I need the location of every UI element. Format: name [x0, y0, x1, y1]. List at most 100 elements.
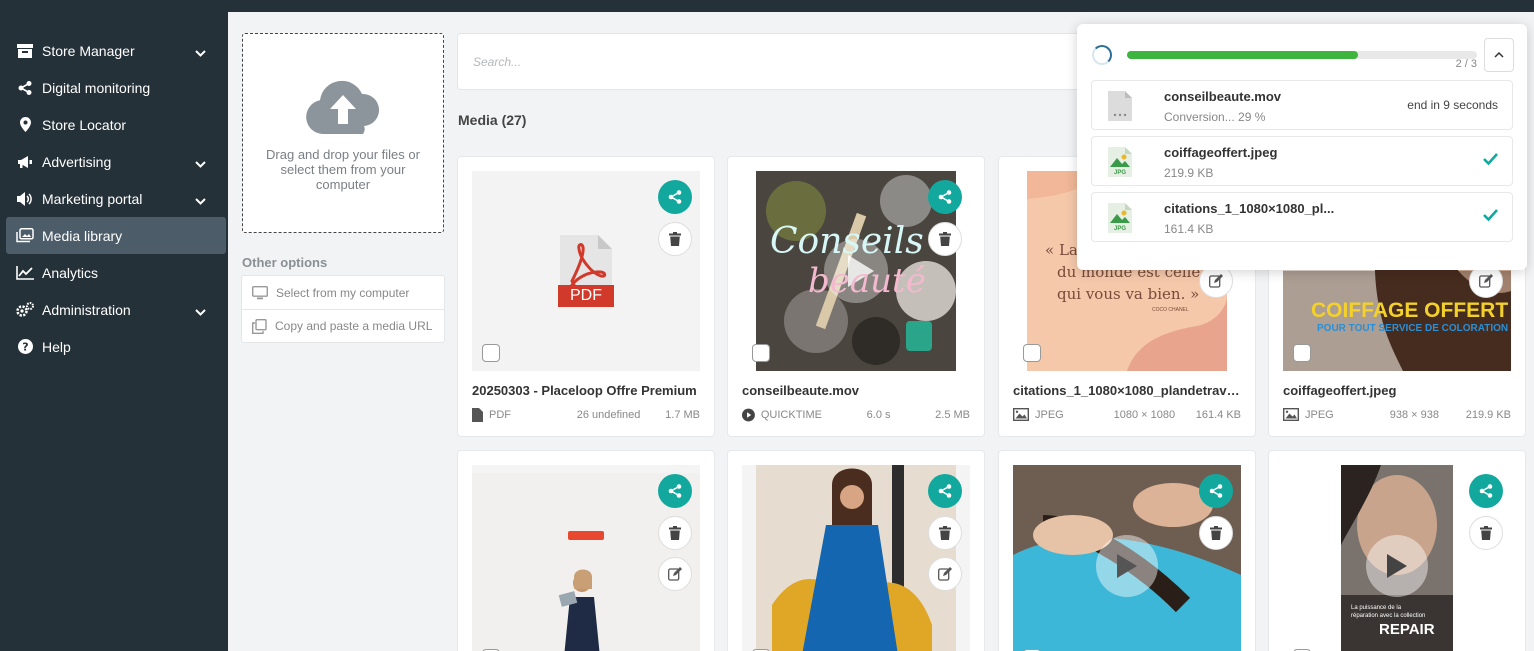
dropzone-text: Drag and drop your files or select them …	[266, 147, 420, 192]
play-button[interactable]	[1366, 535, 1428, 597]
select-checkbox[interactable]	[482, 344, 500, 362]
search-input[interactable]	[458, 34, 1096, 89]
share-icon	[938, 484, 952, 498]
media-dimensions: 1080 × 1080	[1113, 408, 1176, 421]
select-from-computer-button[interactable]: Select from my computer	[242, 276, 444, 309]
select-checkbox[interactable]	[752, 344, 770, 362]
share-button[interactable]	[1199, 474, 1233, 508]
sidebar-item-label: Help	[42, 338, 71, 355]
sidebar-item-label: Media library	[42, 227, 123, 244]
map-pin-icon	[16, 116, 34, 134]
media-meta: JPEG 938 × 938 219.9 KB	[1283, 408, 1511, 421]
media-meta: PDF 26 undefined 1.7 MB	[472, 408, 700, 422]
delete-button[interactable]	[928, 516, 962, 550]
sidebar-item-help[interactable]: ? Help	[0, 328, 228, 365]
media-file-name: coiffageoffert.jpeg	[1283, 383, 1397, 398]
delete-button[interactable]	[1199, 516, 1233, 550]
paste-media-url-button[interactable]: Copy and paste a media URL	[242, 309, 444, 342]
file-dropzone[interactable]: Drag and drop your files or select them …	[242, 33, 444, 233]
delete-button[interactable]	[1469, 516, 1503, 550]
chevron-down-icon	[195, 44, 206, 60]
sidebar-item-advertising[interactable]: Advertising	[0, 143, 228, 180]
search-box	[457, 33, 1097, 90]
sidebar-item-digital-monitoring[interactable]: Digital monitoring	[0, 69, 228, 106]
repair-video-thumbnail: La puissance de la réparation avec la co…	[1341, 465, 1453, 651]
edit-button[interactable]	[928, 557, 962, 591]
jpg-badge: JPG	[1114, 226, 1127, 232]
upload-progress-fill	[1127, 51, 1358, 59]
edit-icon	[1479, 274, 1493, 288]
share-button[interactable]	[658, 180, 692, 214]
delete-button[interactable]	[658, 516, 692, 550]
edit-icon	[938, 567, 952, 581]
conseils-text-line1: Conseils	[770, 221, 924, 262]
media-type: JPEG	[1035, 408, 1064, 421]
media-card[interactable]: Conseils beauté conseilbeaute.mov QUICKT…	[727, 156, 985, 437]
share-button[interactable]	[928, 180, 962, 214]
sidebar-item-label: Analytics	[42, 264, 99, 281]
sidebar-item-label: Store Locator	[42, 116, 127, 133]
question-circle-icon: ?	[16, 338, 34, 356]
media-meta: JPEG 1080 × 1080 161.4 KB	[1013, 408, 1241, 421]
media-size: 219.9 KB	[1465, 408, 1511, 421]
media-card[interactable]	[457, 450, 715, 651]
sidebar-item-label: Digital monitoring	[42, 79, 151, 96]
image-icon	[1013, 408, 1029, 421]
sidebar-item-marketing-portal[interactable]: Marketing portal	[0, 180, 228, 217]
upload-file-size: 161.4 KB	[1164, 222, 1214, 236]
coiffage-subtitle: POUR TOUT SERVICE DE COLORATION	[1317, 323, 1509, 334]
upload-file-name: conseilbeaute.mov	[1164, 89, 1282, 104]
sidebar-item-label: Advertising	[42, 153, 112, 170]
trash-icon	[939, 526, 951, 540]
pdf-badge-text: PDF	[570, 287, 602, 304]
upload-progress-bar	[1127, 51, 1477, 59]
sidebar-item-store-manager[interactable]: Store Manager	[0, 32, 228, 69]
quote-line1: « La	[1045, 241, 1078, 259]
sidebar-item-store-locator[interactable]: Store Locator	[0, 106, 228, 143]
play-button[interactable]	[1096, 535, 1158, 597]
check-icon	[1483, 153, 1498, 168]
media-card[interactable]: La puissance de la réparation avec la co…	[1268, 450, 1526, 651]
select-checkbox[interactable]	[1023, 344, 1041, 362]
media-duration: 6.0 s	[866, 409, 891, 421]
delete-button[interactable]	[928, 222, 962, 256]
media-size: 1.7 MB	[665, 409, 700, 421]
media-dimensions: 26 undefined	[576, 409, 641, 421]
collapse-button[interactable]	[1484, 38, 1514, 72]
trash-icon	[669, 526, 681, 540]
edit-icon	[1209, 274, 1223, 288]
cogs-icon	[16, 301, 34, 319]
megaphone-icon	[16, 153, 34, 171]
upload-status: Conversion... 29 %	[1164, 110, 1266, 124]
share-button[interactable]	[928, 474, 962, 508]
chevron-down-icon	[195, 155, 206, 171]
sidebar-item-analytics[interactable]: Analytics	[0, 254, 228, 291]
sidebar-item-administration[interactable]: Administration	[0, 291, 228, 328]
select-checkbox[interactable]	[1293, 344, 1311, 362]
media-card[interactable]: PDF 20250303 - Placeloop Offre Premium P…	[457, 156, 715, 437]
media-card[interactable]	[998, 450, 1256, 651]
media-card[interactable]	[727, 450, 985, 651]
repair-caption-line2: réparation avec la collection	[1351, 613, 1426, 619]
delete-button[interactable]	[658, 222, 692, 256]
upload-file-name: citations_1_1080×1080_pl...	[1164, 201, 1335, 216]
jpg-badge: JPG	[1114, 170, 1127, 176]
share-button[interactable]	[658, 474, 692, 508]
repair-brand: REPAIR	[1379, 621, 1435, 638]
video-thumbnail: Conseils beauté	[756, 171, 956, 371]
media-type: PDF	[489, 409, 511, 421]
media-file-name: conseilbeaute.mov	[742, 383, 860, 398]
upload-progress-panel: 2 / 3 conseilbeaute.mov Conversion... 29…	[1077, 24, 1527, 270]
sidebar-item-label: Store Manager	[42, 42, 135, 59]
loading-spinner-icon	[1092, 45, 1112, 65]
speaker-icon	[16, 190, 34, 208]
share-button[interactable]	[1469, 474, 1503, 508]
sidebar-item-media-library[interactable]: Media library	[6, 217, 226, 254]
upload-file-name: coiffageoffert.jpeg	[1164, 145, 1278, 160]
copy-icon	[252, 318, 267, 334]
jpg-file-icon	[1108, 147, 1132, 182]
edit-button[interactable]	[658, 557, 692, 591]
upload-item: conseilbeaute.mov Conversion... 29 % end…	[1091, 80, 1513, 130]
file-icon	[472, 408, 483, 422]
quote-author: COCO CHANEL	[1152, 307, 1189, 313]
